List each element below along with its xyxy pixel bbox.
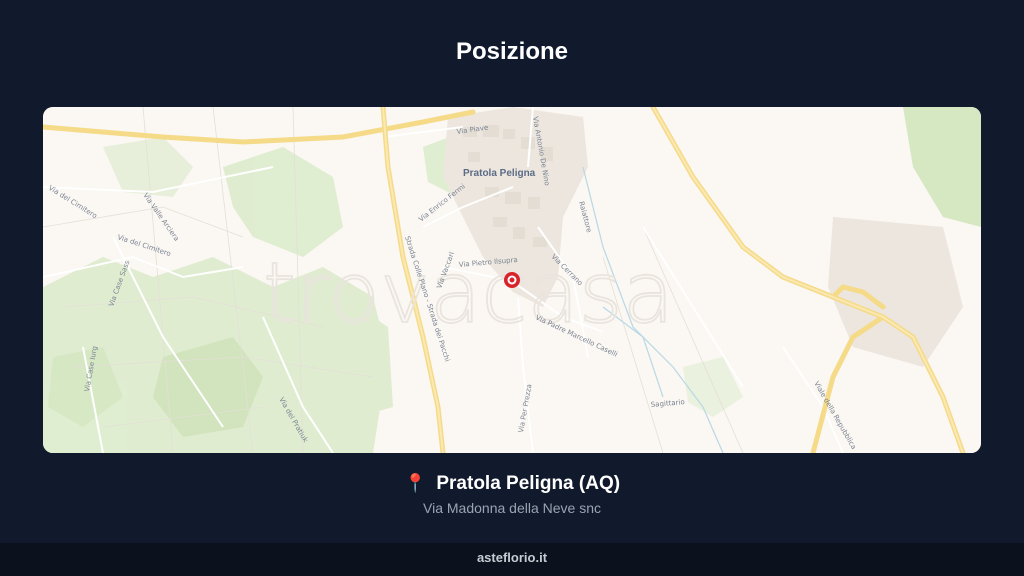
location-title: 📍 Pratola Peligna (AQ) (0, 473, 1024, 495)
footer-site[interactable]: asteflorio.it (477, 550, 547, 565)
map-pin-icon: 📍 (403, 473, 427, 493)
map-view[interactable]: trovacasa Via Piave Via Antonio De Nino … (43, 107, 981, 453)
town-label: Pratola Peligna (463, 168, 536, 179)
location-address: Via Madonna della Neve snc (423, 500, 601, 516)
location-name: Pratola Peligna (AQ) (436, 473, 621, 494)
map-watermark: trovacasa (263, 244, 674, 342)
page-title: Posizione (455, 38, 569, 65)
location-marker-icon[interactable] (504, 272, 520, 288)
footer: asteflorio.it (0, 543, 1024, 576)
